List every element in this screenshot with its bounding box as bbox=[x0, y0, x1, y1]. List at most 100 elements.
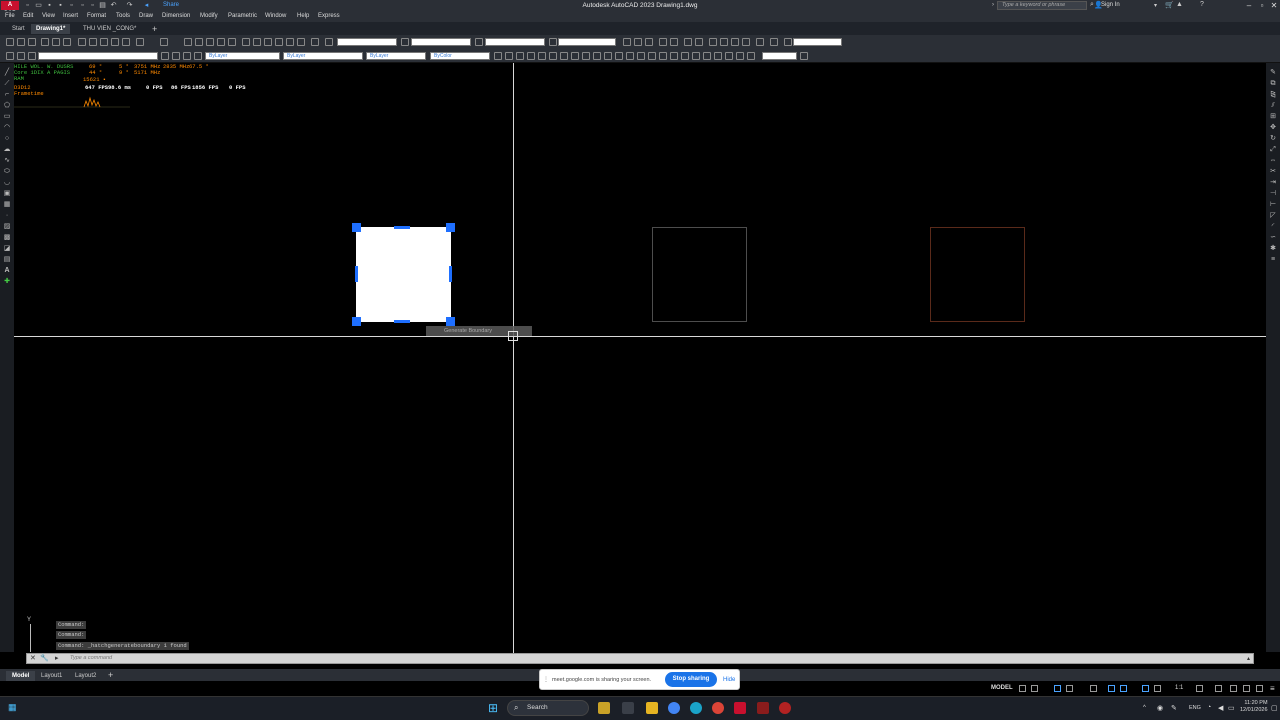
ortho-icon[interactable] bbox=[1054, 685, 1061, 692]
menu-edit[interactable]: Edit bbox=[23, 13, 33, 19]
search-expand-icon[interactable]: › bbox=[992, 2, 994, 8]
move-icon[interactable]: ✥ bbox=[1269, 124, 1277, 131]
draw-xline-icon[interactable]: ⟋ bbox=[3, 80, 11, 87]
toolbar-block-icon[interactable] bbox=[122, 38, 130, 46]
erase-icon[interactable]: ✎ bbox=[1269, 69, 1277, 76]
toolbar-mtext-icon[interactable] bbox=[634, 38, 642, 46]
menu-tools[interactable]: Tools bbox=[116, 13, 130, 19]
toolbar-pan-icon[interactable] bbox=[184, 38, 192, 46]
table-style-combo[interactable] bbox=[485, 38, 545, 46]
region-icon[interactable]: ◪ bbox=[3, 245, 11, 252]
grip-edge-right[interactable] bbox=[449, 266, 452, 282]
isodraft-icon[interactable] bbox=[1090, 685, 1097, 692]
snap-endpoint-icon[interactable] bbox=[516, 52, 524, 60]
stop-sharing-button[interactable]: Stop sharing bbox=[665, 672, 717, 687]
toolbar-markup-icon[interactable] bbox=[275, 38, 283, 46]
layer-properties-icon[interactable] bbox=[6, 52, 14, 60]
toolbar-text-edit-icon[interactable] bbox=[645, 38, 653, 46]
toolbar-layer-icon[interactable] bbox=[297, 38, 305, 46]
toolbar-undo-icon[interactable] bbox=[136, 38, 144, 46]
tray-location-icon[interactable]: ◉ bbox=[1157, 704, 1163, 712]
join-icon[interactable]: ⊢ bbox=[1269, 201, 1277, 208]
tab-drawing1[interactable]: Drawing1* bbox=[31, 24, 71, 34]
toolbar-dim-arc-icon[interactable] bbox=[731, 38, 739, 46]
ucs-previous-icon[interactable] bbox=[681, 52, 689, 60]
toolbar-redo-icon[interactable] bbox=[160, 38, 168, 46]
toolbar-zoom-realtime-icon[interactable] bbox=[195, 38, 203, 46]
rotate-icon[interactable]: ↻ bbox=[1269, 135, 1277, 142]
mleader-style-combo[interactable] bbox=[558, 38, 616, 46]
ucs-face-icon[interactable] bbox=[692, 52, 700, 60]
cart-icon[interactable]: 🛒 bbox=[1165, 1, 1174, 9]
menu-parametric[interactable]: Parametric bbox=[228, 13, 257, 19]
draw-line-icon[interactable]: ╱ bbox=[3, 69, 11, 76]
grip-edge-left[interactable] bbox=[355, 266, 358, 282]
insert-block-icon[interactable]: ▣ bbox=[3, 190, 11, 197]
table-icon[interactable]: ▤ bbox=[3, 256, 11, 263]
annotation-scale[interactable]: 1:1 bbox=[1175, 685, 1183, 691]
lineweight-control-combo[interactable]: ByLayer bbox=[366, 52, 426, 60]
snap-none-icon[interactable] bbox=[637, 52, 645, 60]
workspace-icon[interactable] bbox=[1196, 685, 1203, 692]
tab-model[interactable]: Model bbox=[6, 671, 36, 681]
object-snap-icon[interactable] bbox=[1120, 685, 1127, 692]
menu-file[interactable]: File bbox=[5, 13, 15, 19]
draw-ellipse-arc-icon[interactable]: ◡ bbox=[3, 179, 11, 186]
toolbar-save-icon[interactable] bbox=[28, 38, 36, 46]
grip-corner-bottom-right[interactable] bbox=[446, 317, 455, 326]
draw-revcloud-icon[interactable]: ☁ bbox=[3, 146, 11, 153]
add-selected-icon[interactable]: ✚ bbox=[3, 278, 11, 285]
toolbar-copy-icon[interactable] bbox=[89, 38, 97, 46]
menu-insert[interactable]: Insert bbox=[63, 13, 78, 19]
stretch-icon[interactable]: ⇔ bbox=[1269, 157, 1277, 164]
command-input[interactable]: Type a command bbox=[70, 655, 112, 661]
grip-edge-top[interactable] bbox=[394, 226, 410, 229]
toolbar-text-icon[interactable] bbox=[623, 38, 631, 46]
command-history-toggle-icon[interactable]: ▴ bbox=[1247, 655, 1250, 662]
polyline-icon[interactable] bbox=[505, 52, 513, 60]
array-icon[interactable]: ⊞ bbox=[1269, 113, 1277, 120]
model-space-canvas[interactable] bbox=[14, 63, 1266, 652]
grip-corner-top-right[interactable] bbox=[446, 223, 455, 232]
dim-style-combo[interactable] bbox=[411, 38, 471, 46]
new-tab-icon[interactable]: + bbox=[152, 24, 157, 34]
toolbar-quickcalc-icon[interactable] bbox=[286, 38, 294, 46]
toolbar-spell-icon[interactable] bbox=[670, 38, 678, 46]
taskbar-search-box[interactable] bbox=[507, 700, 589, 716]
menu-modify[interactable]: Modify bbox=[200, 13, 218, 19]
draw-arc-icon[interactable]: ◠ bbox=[3, 124, 11, 131]
toolbar-design-center-icon[interactable] bbox=[242, 38, 250, 46]
draw-polyline-icon[interactable]: ⌐ bbox=[3, 91, 11, 98]
ucs-origin-icon[interactable] bbox=[725, 52, 733, 60]
menu-draw[interactable]: Draw bbox=[139, 13, 153, 19]
snap-quadrant-icon[interactable] bbox=[560, 52, 568, 60]
toolbar-dim-radius-icon[interactable] bbox=[756, 38, 764, 46]
customize-command-icon[interactable]: 🔧 bbox=[40, 654, 49, 662]
grip-corner-top-left[interactable] bbox=[352, 223, 361, 232]
toolbar-zoom-window-icon[interactable] bbox=[206, 38, 214, 46]
close-icon[interactable]: ✕ bbox=[1269, 1, 1279, 10]
snap-parallel-icon[interactable] bbox=[593, 52, 601, 60]
app-taskbar-icon[interactable] bbox=[779, 702, 791, 714]
snap-nearest-icon[interactable] bbox=[626, 52, 634, 60]
volume-icon[interactable]: ◀ bbox=[1218, 704, 1223, 712]
toolbar-dim-aligned-icon[interactable] bbox=[720, 38, 728, 46]
snap-center-icon[interactable] bbox=[549, 52, 557, 60]
close-command-icon[interactable]: ✕ bbox=[30, 654, 36, 662]
snap-insert-icon[interactable] bbox=[604, 52, 612, 60]
help-icon[interactable]: ? bbox=[1200, 1, 1204, 8]
toolbar-scale-text-icon[interactable] bbox=[684, 38, 692, 46]
rectangle-outline-brown[interactable] bbox=[930, 227, 1025, 322]
search-highlight-icon[interactable] bbox=[598, 702, 610, 714]
toolbar-zoom-previous-icon[interactable] bbox=[217, 38, 225, 46]
scale-icon[interactable]: ⤢ bbox=[1269, 146, 1277, 153]
tab-thu-vien-cong[interactable]: THU VIEN _CONG* bbox=[78, 24, 141, 34]
input-language[interactable]: ENG bbox=[1189, 705, 1201, 711]
copy-icon[interactable]: ⧉ bbox=[1269, 80, 1277, 87]
draw-spline-icon[interactable]: ∿ bbox=[3, 157, 11, 164]
hatched-rectangle-selected[interactable] bbox=[356, 227, 451, 322]
toolbar-dim-style-icon[interactable] bbox=[401, 38, 409, 46]
ucs-apply-icon[interactable] bbox=[800, 52, 808, 60]
make-block-icon[interactable]: ▦ bbox=[3, 201, 11, 208]
toolbar-paste-icon[interactable] bbox=[100, 38, 108, 46]
